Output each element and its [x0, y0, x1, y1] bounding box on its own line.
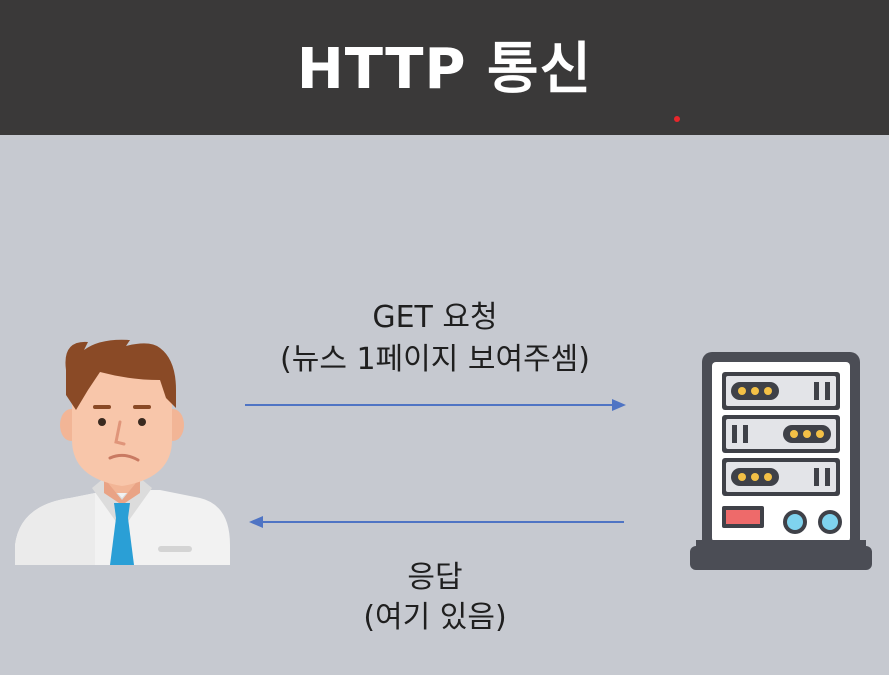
request-detail-label: (뉴스 1페이지 보여주셈) — [280, 342, 590, 377]
response-label: 응답 — [407, 560, 463, 595]
request-label: GET 요청 — [372, 300, 498, 335]
response-detail-label: (여기 있음) — [363, 600, 507, 635]
